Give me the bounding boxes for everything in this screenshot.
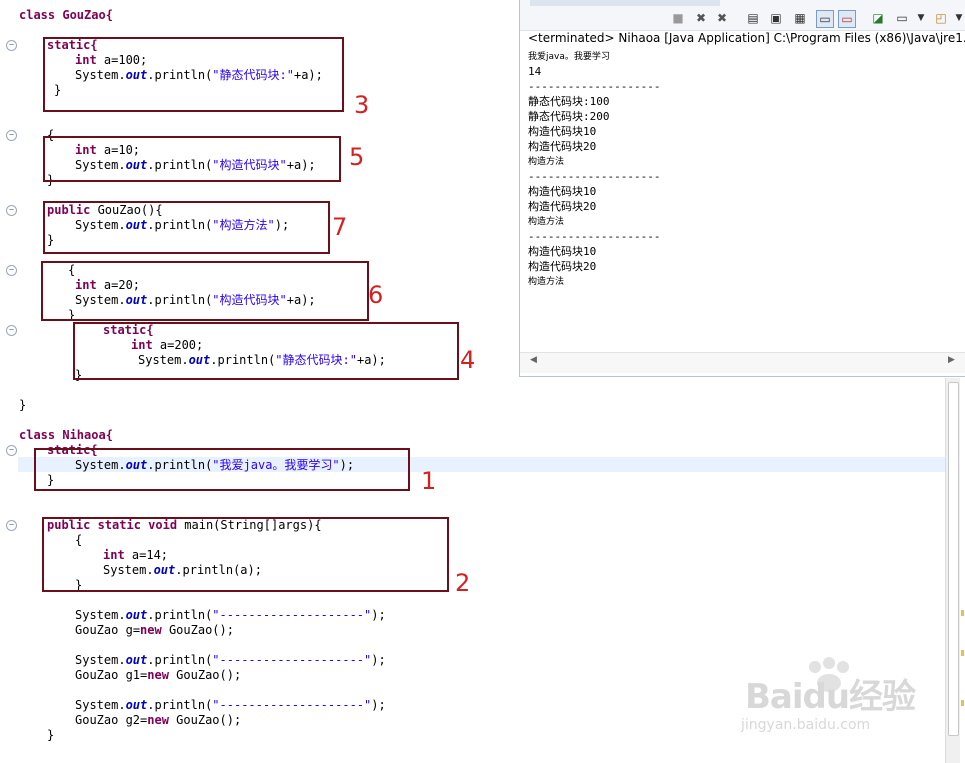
annotation-number: 3 [354, 91, 370, 119]
overview-ruler-marker[interactable] [961, 610, 964, 616]
console-output-line: 构造代码块20 [528, 140, 597, 153]
stop-icon[interactable]: ■ [670, 10, 686, 26]
class-declaration: class GouZao{ [19, 8, 113, 22]
editor-vertical-scrollbar[interactable] [945, 378, 960, 763]
fold-toggle-icon[interactable]: − [6, 325, 17, 336]
code-line: System.out.println("--------------------… [75, 608, 386, 622]
console-output-line: -------------------- [528, 170, 661, 183]
scrollbar-thumb[interactable] [948, 382, 959, 736]
new-console-icon[interactable]: ▭ [894, 10, 910, 26]
code-line: System.out.println("--------------------… [75, 653, 386, 667]
code-line: } [47, 728, 55, 742]
annotation-box [42, 517, 449, 592]
annotation-number: 2 [455, 569, 471, 597]
watermark-url: jingyan.baidu.com [741, 717, 871, 733]
fold-toggle-icon[interactable]: − [6, 520, 17, 531]
console-view[interactable]: ■ ✖ ✖ ▤ ▣ ▦ ▭ ▭ ◪ ▭ ▼ ◰ ▼ <terminated> N… [519, 0, 965, 377]
code-line: GouZao g=new GouZao(); [75, 623, 234, 637]
code-line: System.out.println("--------------------… [75, 698, 386, 712]
annotation-number: 4 [460, 346, 476, 374]
console-output-line: 14 [528, 65, 542, 78]
console-output-line: 构造代码块10 [528, 245, 597, 258]
console-output-line: 静态代码块:200 [528, 110, 610, 123]
code-line: class GouZao{ [19, 8, 113, 23]
scroll-lock-icon[interactable]: ▣ [768, 10, 784, 26]
console-toolbar: ■ ✖ ✖ ▤ ▣ ▦ ▭ ▭ ◪ ▭ ▼ ◰ ▼ [520, 0, 965, 31]
console-horizontal-scrollbar[interactable]: ◀ ▶ [520, 352, 965, 373]
scroll-left-icon[interactable]: ◀ [530, 355, 537, 365]
overview-ruler-marker[interactable] [961, 650, 964, 656]
console-output-line: -------------------- [528, 80, 661, 93]
overview-ruler-marker[interactable] [961, 700, 964, 706]
console-output-line: 构造代码块20 [528, 260, 597, 273]
fold-toggle-icon[interactable]: − [6, 265, 17, 276]
code-line: } [19, 398, 27, 412]
console-output-line: 构造代码块10 [528, 185, 597, 198]
open-console-icon[interactable]: ◪ [870, 10, 886, 26]
pin-console-icon[interactable]: ▭ [816, 10, 834, 28]
remove-launch-icon[interactable]: ✖ [693, 10, 709, 26]
baidu-watermark: Baidu经验 jingyan.baidu.com [735, 655, 935, 745]
editor-gutter [0, 0, 18, 763]
console-output-line: 静态代码块:100 [528, 95, 610, 108]
console-output-line: 构造方法 [528, 217, 565, 227]
console-output-line: 构造方法 [528, 277, 565, 287]
chevron-down-icon[interactable]: ▼ [913, 10, 929, 26]
console-output-line: 我爱java。我要学习 [528, 52, 610, 62]
fold-toggle-icon[interactable]: − [6, 445, 17, 456]
annotation-box [34, 448, 410, 491]
annotation-number: 5 [349, 143, 365, 171]
fold-toggle-icon[interactable]: − [6, 205, 17, 216]
display-selected-icon[interactable]: ▭ [838, 10, 856, 28]
console-output-line: -------------------- [528, 230, 661, 243]
annotation-number: 6 [368, 281, 384, 309]
remove-all-icon[interactable]: ✖ [714, 10, 730, 26]
fold-toggle-icon[interactable]: − [6, 130, 17, 141]
clear-console-icon[interactable]: ▤ [745, 10, 761, 26]
console-output-line: 构造代码块20 [528, 200, 597, 213]
annotation-box [43, 136, 341, 182]
annotation-number: 1 [421, 467, 437, 495]
fold-toggle-icon[interactable]: − [6, 40, 17, 51]
annotation-box [41, 261, 369, 321]
console-output-line: 构造代码块10 [528, 125, 597, 138]
show-console-icon[interactable]: ▦ [792, 10, 808, 26]
annotation-number: 7 [332, 213, 348, 241]
code-line: class Nihaoa{ [19, 428, 113, 443]
chevron-down-icon[interactable]: ▼ [951, 10, 965, 26]
annotation-box [43, 37, 344, 112]
scroll-right-icon[interactable]: ▶ [948, 355, 955, 365]
code-line: GouZao g2=new GouZao(); [75, 713, 242, 727]
code-line: GouZao g1=new GouZao(); [75, 668, 242, 682]
console-output-line: 构造方法 [528, 157, 565, 167]
class-declaration: class Nihaoa{ [19, 428, 113, 442]
console-tab-strip[interactable] [530, 0, 720, 6]
console-title: <terminated> Nihaoa [Java Application] C… [528, 31, 965, 45]
annotation-box [43, 201, 330, 254]
watermark-brand: Baidu经验 [745, 677, 916, 717]
annotation-box [73, 322, 459, 380]
view-menu-icon[interactable]: ◰ [933, 10, 949, 26]
